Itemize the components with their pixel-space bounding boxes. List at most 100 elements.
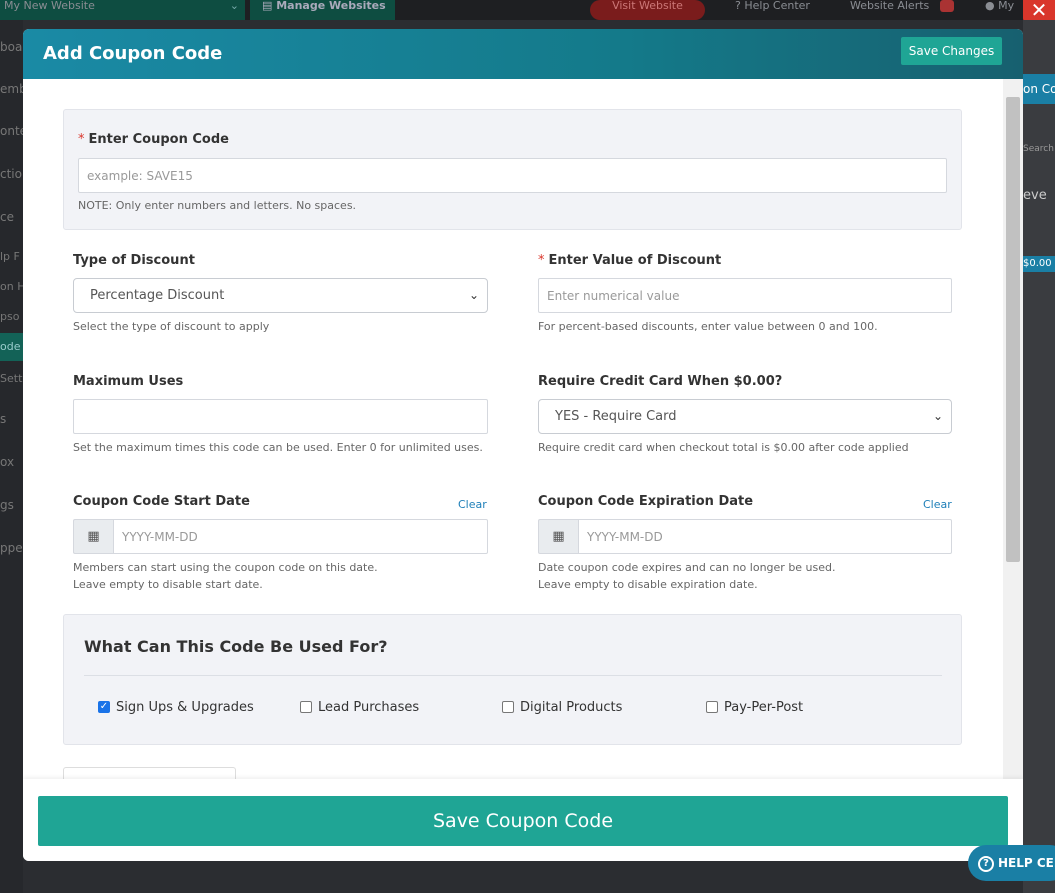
next-section-peek bbox=[63, 767, 236, 779]
calendar-icon[interactable]: ▦ bbox=[538, 519, 578, 554]
usage-option-pay-per-post[interactable]: Pay-Per-Post bbox=[706, 699, 803, 715]
stack-icon: ▤ bbox=[262, 0, 277, 12]
chevron-down-icon: ⌄ bbox=[932, 409, 943, 423]
calendar-icon[interactable]: ▦ bbox=[73, 519, 113, 554]
checkbox-icon[interactable] bbox=[706, 701, 718, 713]
start-date-clear-link[interactable]: Clear bbox=[458, 498, 487, 511]
start-date-note: Members can start using the coupon code … bbox=[73, 561, 378, 574]
required-marker: * bbox=[78, 132, 85, 147]
modal-scrollbar[interactable] bbox=[1003, 79, 1023, 779]
sidebar-item[interactable]: gs bbox=[0, 498, 14, 512]
app-topbar: My New Website ⌄ ▤ Manage Websites Visit … bbox=[0, 0, 1055, 20]
background-tab: on Co bbox=[1023, 74, 1055, 104]
chevron-down-icon: ⌄ bbox=[468, 288, 479, 302]
divider bbox=[84, 675, 942, 676]
expiration-date-note: Date coupon code expires and can no long… bbox=[538, 561, 836, 574]
modal-header: Add Coupon Code Save Changes bbox=[23, 29, 1023, 79]
usage-option-label: Digital Products bbox=[520, 699, 623, 715]
require-card-selected: YES - Require Card bbox=[555, 409, 677, 424]
expiration-date-input[interactable] bbox=[578, 519, 952, 554]
usage-option-leads[interactable]: Lead Purchases bbox=[300, 699, 419, 715]
usage-panel: What Can This Code Be Used For? ✓ Sign U… bbox=[63, 614, 962, 745]
sidebar-item[interactable]: board bbox=[0, 40, 23, 54]
usage-option-label: Sign Ups & Upgrades bbox=[116, 699, 254, 715]
sidebar-item[interactable]: pso bbox=[0, 310, 19, 323]
user-icon: ● bbox=[985, 0, 999, 12]
sidebar-item[interactable]: ce bbox=[0, 210, 14, 224]
website-selector-label: My New Website bbox=[4, 0, 95, 12]
discount-value-label: * Enter Value of Discount bbox=[538, 253, 721, 268]
max-uses-note: Set the maximum times this code can be u… bbox=[73, 441, 483, 454]
discount-type-select[interactable]: Percentage Discount ⌄ bbox=[73, 278, 488, 313]
website-selector[interactable]: My New Website ⌄ bbox=[0, 0, 245, 20]
require-card-select[interactable]: YES - Require Card ⌄ bbox=[538, 399, 952, 434]
usage-option-digital-products[interactable]: Digital Products bbox=[502, 699, 622, 715]
chevron-down-icon: ⌄ bbox=[229, 0, 239, 12]
max-uses-label: Maximum Uses bbox=[73, 374, 184, 389]
sidebar-item[interactable]: onte bbox=[0, 124, 23, 138]
modal-body: *Enter Coupon Code NOTE: Only enter numb… bbox=[23, 79, 1003, 779]
checkbox-icon[interactable] bbox=[502, 701, 514, 713]
background-heading: eve bbox=[1023, 188, 1047, 203]
discount-value-label-text: Enter Value of Discount bbox=[548, 253, 722, 268]
checkbox-checked-icon[interactable]: ✓ bbox=[98, 701, 110, 713]
scrollbar-thumb[interactable] bbox=[1006, 97, 1020, 562]
visit-website-button[interactable]: Visit Website bbox=[590, 0, 705, 20]
modal-footer: Save Coupon Code bbox=[23, 779, 1023, 861]
background-search: Search Coupo bbox=[1023, 144, 1055, 154]
required-marker: * bbox=[538, 253, 545, 268]
user-menu[interactable]: ● My bbox=[985, 0, 1014, 20]
require-card-label: Require Credit Card When $0.00? bbox=[538, 374, 783, 389]
coupon-code-note: NOTE: Only enter numbers and letters. No… bbox=[78, 199, 357, 212]
discount-value-input[interactable] bbox=[538, 278, 952, 313]
modal-title: Add Coupon Code bbox=[43, 43, 223, 64]
help-center-label: Help Center bbox=[744, 0, 810, 12]
start-date-label: Coupon Code Start Date bbox=[73, 494, 250, 509]
discount-type-label: Type of Discount bbox=[73, 253, 195, 268]
add-coupon-modal: Add Coupon Code Save Changes * Enter Coup… bbox=[23, 29, 1023, 861]
usage-option-label: Pay-Per-Post bbox=[724, 699, 804, 715]
coupon-code-label: * Enter Coupon Code bbox=[78, 132, 229, 147]
usage-title: What Can This Code Be Used For? bbox=[84, 637, 388, 656]
expiration-date-clear-link[interactable]: Clear bbox=[923, 498, 952, 511]
help-center-link[interactable]: ? Help Center bbox=[735, 0, 810, 20]
usage-option-label: Lead Purchases bbox=[318, 699, 420, 715]
sidebar-item[interactable]: on H bbox=[0, 280, 23, 293]
max-uses-input[interactable] bbox=[73, 399, 488, 434]
question-icon: ? bbox=[735, 0, 745, 12]
coupon-code-label-text: Enter Coupon Code bbox=[88, 132, 229, 147]
discount-type-note: Select the type of discount to apply bbox=[73, 320, 270, 333]
sidebar-item[interactable]: s bbox=[0, 412, 6, 426]
checkbox-icon[interactable] bbox=[300, 701, 312, 713]
sidebar-item-active[interactable]: ode bbox=[0, 333, 23, 361]
discount-type-selected: Percentage Discount bbox=[90, 288, 225, 303]
usage-option-signups[interactable]: ✓ Sign Ups & Upgrades bbox=[98, 699, 254, 715]
help-center-button-label: HELP CENTER bbox=[998, 856, 1055, 870]
start-date-input[interactable] bbox=[113, 519, 488, 554]
sidebar-item[interactable]: ox bbox=[0, 455, 14, 469]
expiration-date-note-2: Leave empty to disable expiration date. bbox=[538, 578, 758, 591]
sidebar-item[interactable]: lp F bbox=[0, 250, 20, 263]
start-date-note-2: Leave empty to disable start date. bbox=[73, 578, 263, 591]
sidebar-item[interactable]: ctio bbox=[0, 167, 22, 181]
sidebar-item[interactable]: ember bbox=[0, 82, 23, 96]
manage-websites-button[interactable]: ▤ Manage Websites bbox=[250, 0, 395, 20]
background-content: on Co Search Coupo eve $0.00 bbox=[1023, 20, 1055, 893]
discount-value-note: For percent-based discounts, enter value… bbox=[538, 320, 878, 333]
require-card-note: Require credit card when checkout total … bbox=[538, 441, 909, 454]
save-coupon-button[interactable]: Save Coupon Code bbox=[38, 796, 1008, 846]
background-price: $0.00 bbox=[1023, 256, 1055, 272]
coupon-code-panel: *Enter Coupon Code NOTE: Only enter numb… bbox=[63, 109, 962, 230]
expiration-date-label: Coupon Code Expiration Date bbox=[538, 494, 754, 509]
alerts-badge bbox=[940, 0, 954, 12]
manage-websites-label: Manage Websites bbox=[276, 0, 386, 12]
help-center-button[interactable]: ? HELP CENTER bbox=[968, 845, 1055, 881]
website-alerts-link[interactable]: Website Alerts bbox=[850, 0, 929, 20]
sidebar-item[interactable]: ppe bbox=[0, 541, 23, 555]
sidebar-nav: board ember onte ctio ce lp F on H pso o… bbox=[0, 20, 23, 893]
sidebar-item[interactable]: Setti bbox=[0, 372, 23, 385]
question-icon: ? bbox=[978, 855, 994, 872]
save-changes-button[interactable]: Save Changes bbox=[901, 37, 1002, 65]
coupon-code-input[interactable] bbox=[78, 158, 947, 193]
user-menu-label: My bbox=[998, 0, 1015, 12]
